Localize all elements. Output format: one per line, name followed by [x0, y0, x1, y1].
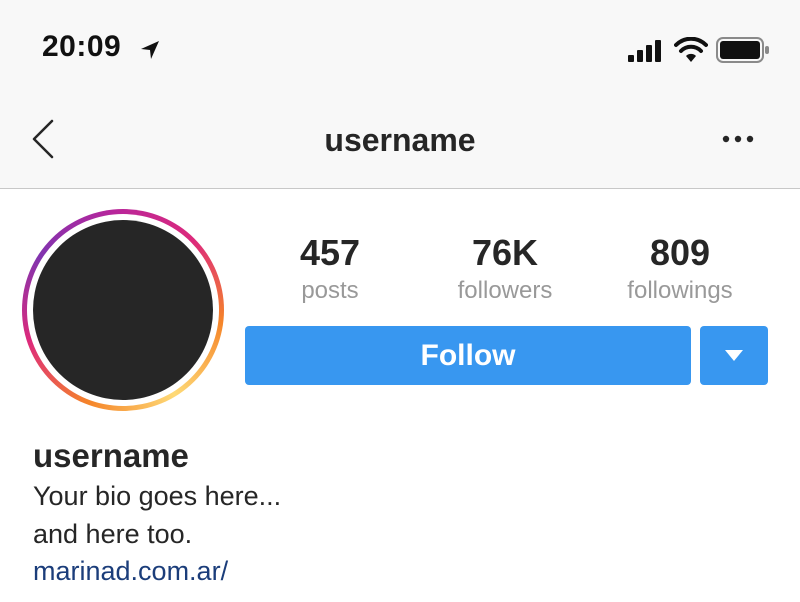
stat-label: followers	[457, 277, 553, 304]
nav-title: username	[324, 122, 476, 158]
stat-followers[interactable]: 76K followers	[420, 232, 590, 306]
cellular-signal-icon	[628, 40, 661, 62]
status-bar: 20:09	[0, 0, 800, 95]
nav-bar: username	[0, 95, 800, 189]
stat-label: posts	[301, 277, 359, 304]
more-horizontal-icon[interactable]	[718, 131, 758, 147]
status-time: 20:09	[42, 30, 122, 63]
follow-button[interactable]: Follow	[245, 326, 691, 385]
stat-posts[interactable]: 457 posts	[245, 232, 415, 306]
location-arrow-icon	[141, 41, 159, 59]
stat-value: 76K	[471, 232, 539, 273]
stat-followings[interactable]: 809 followings	[595, 232, 765, 306]
caret-down-icon	[725, 350, 743, 361]
bio-line: and here too.	[33, 519, 193, 549]
stat-value: 457	[299, 232, 361, 273]
bio-line: Your bio goes here...	[33, 481, 282, 511]
wifi-icon	[674, 37, 708, 62]
avatar[interactable]	[33, 220, 213, 400]
stat-value: 809	[649, 232, 711, 273]
battery-icon	[716, 37, 769, 63]
profile-name: username	[33, 437, 189, 474]
stat-label: followings	[627, 277, 733, 304]
bio-link[interactable]: marinad.com.ar/	[33, 556, 228, 587]
suggested-dropdown-button[interactable]	[700, 326, 768, 385]
